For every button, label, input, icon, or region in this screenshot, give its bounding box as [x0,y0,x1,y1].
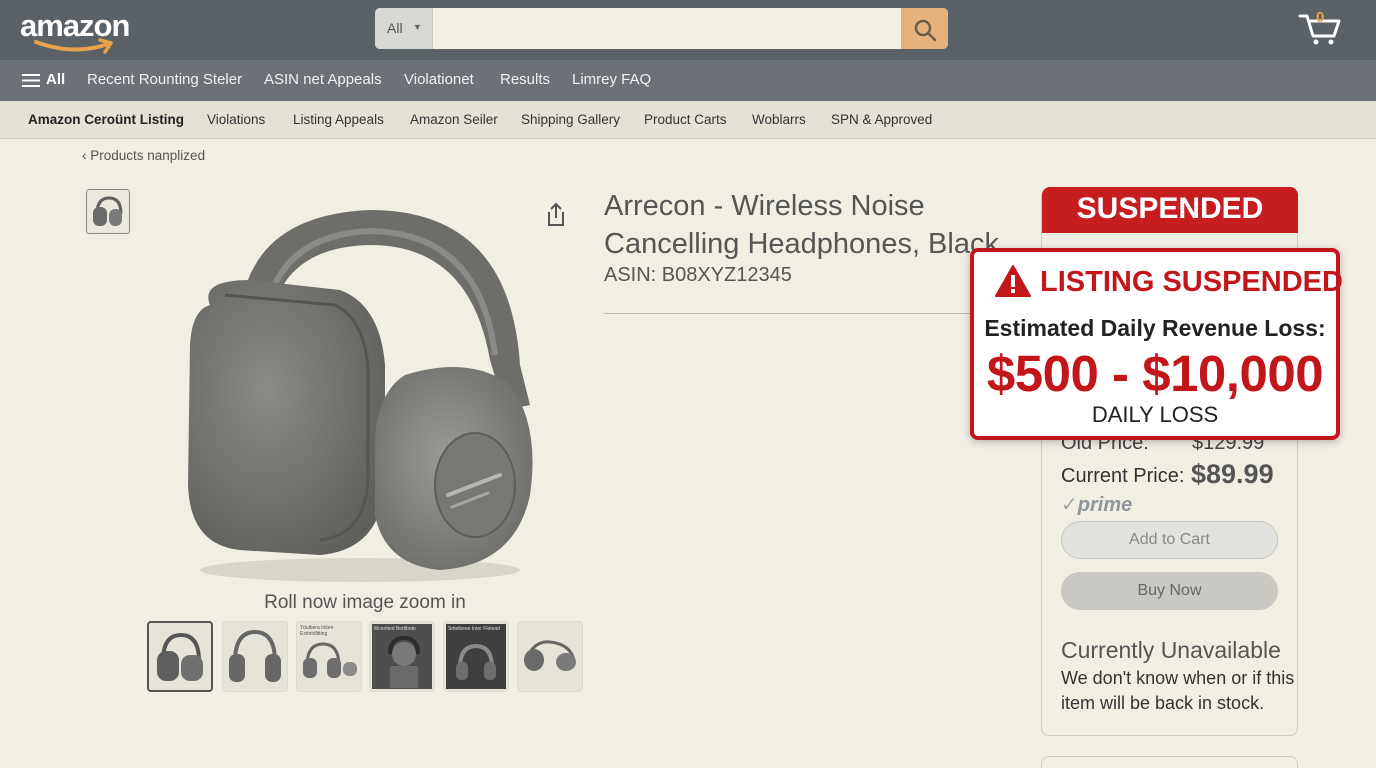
main-nav: All Recent Rounting Steler ASIN net Appe… [0,60,1376,101]
alert-heading: LISTING SUSPENDED [1040,266,1343,298]
headphones-thumbnail-image [157,632,203,681]
prime-badge: ✓prime [1061,492,1132,517]
subnav-item-amazon-seller[interactable]: Amazon Seiler [410,112,498,127]
product-asin: ASIN: B08XYZ12345 [604,264,792,286]
subnav-item-spn-approved[interactable]: SPN & Approved [831,112,932,127]
headphones-thumbnail-image [93,196,123,226]
current-price-label: Current Price: [1061,465,1185,487]
zoom-caption: Roll now image zoom in [264,592,466,613]
amazon-logo[interactable]: amazon [20,8,130,54]
subnav-item-violations[interactable]: Violations [207,112,265,127]
smile-arrow-icon [34,38,113,54]
subnav-item-account-listing[interactable]: Amazon Ceroünt Listing [28,112,184,127]
buy-now-button[interactable]: Buy Now [1061,572,1278,610]
thumbnail-1[interactable] [147,621,213,692]
search-category-dropdown[interactable]: All ▼ [375,8,433,49]
alert-amount: $500 - $10,000 [986,345,1324,402]
search-input[interactable] [433,8,901,49]
nav-link-results[interactable]: Results [500,71,550,88]
search-category-label: All [387,20,403,36]
thumbnail-4-caption: Mcnntted Bettlbrde [374,626,416,632]
search-icon [914,19,937,42]
hamburger-menu-icon [22,74,40,87]
product-box-thumbnail-image [446,624,506,689]
thumbnail-2[interactable] [222,621,288,692]
title-divider [604,313,984,314]
product-title: Arrecon - Wireless Noise Cancelling Head… [604,190,999,260]
nav-link-recent[interactable]: Recent Rounting Steler [87,71,242,88]
alert-subheading: Estimated Daily Revenue Loss: [984,315,1326,341]
check-icon: ✓ [1061,494,1078,516]
lifestyle-photo-thumbnail-image [372,624,432,689]
availability-text: We don't know when or if this item will … [1061,668,1295,713]
subnav-item-woblarrs[interactable]: Woblarrs [752,112,806,127]
cart-button[interactable]: 0 [1298,8,1342,46]
secondary-box [1041,756,1298,768]
suspended-banner-text: SUSPENDED [1076,192,1264,225]
suspended-banner: SUSPENDED [1042,187,1298,233]
sub-nav: Amazon Ceroünt Listing Violations Listin… [0,101,1376,139]
suspension-alert: LISTING SUSPENDED Estimated Daily Revenu… [970,248,1343,440]
cart-count: 0 [1316,9,1325,26]
thumbnail-3[interactable]: Tdulbera Initee Exttntdlitting [296,621,362,692]
main-product-image[interactable] [170,195,550,590]
warning-icon [995,265,1031,297]
top-header: amazon All ▼ 0 [0,0,1376,60]
thumbnail-4[interactable]: Mcnntted Bettlbrde [369,621,435,692]
caret-down-icon: ▼ [413,22,422,32]
headphones-image [188,210,533,582]
nav-link-asin-appeals[interactable]: ASIN net Appeals [264,71,382,88]
thumbnail-5[interactable]: Srtielbeee Inter Fleteatt [443,621,509,692]
nav-link-violations[interactable]: Violationet [404,71,474,88]
alert-footer: DAILY LOSS [1091,402,1219,427]
search-bar: All ▼ [375,8,948,49]
thumbnail-5-caption: Srtielbeee Inter Fleteatt [448,626,500,632]
availability-title: Currently Unavailable [1061,637,1281,663]
side-thumbnail[interactable] [86,189,130,234]
headphones-thumbnail-image [229,629,281,682]
breadcrumb-label: Products nanplized [90,148,206,163]
thumbnail-6[interactable] [517,621,583,692]
all-menu-label: All [46,71,66,88]
prime-label: prime [1077,494,1133,516]
breadcrumb[interactable]: ‹ Products nanplized [82,148,205,163]
subnav-item-listing-appeals[interactable]: Listing Appeals [293,112,384,127]
subnav-item-product-carts[interactable]: Product Carts [644,112,727,127]
nav-link-faq[interactable]: Limrey FAQ [572,71,651,88]
add-to-cart-button[interactable]: Add to Cart [1061,521,1278,559]
subnav-item-shipping-gallery[interactable]: Shipping Gallery [521,112,620,127]
headphones-thumbnail-image [303,642,357,678]
headphones-thumbnail-image [524,640,576,671]
current-price-value: $89.99 [1191,459,1274,489]
chevron-left-icon: ‹ [82,148,91,163]
search-button[interactable] [901,8,948,49]
